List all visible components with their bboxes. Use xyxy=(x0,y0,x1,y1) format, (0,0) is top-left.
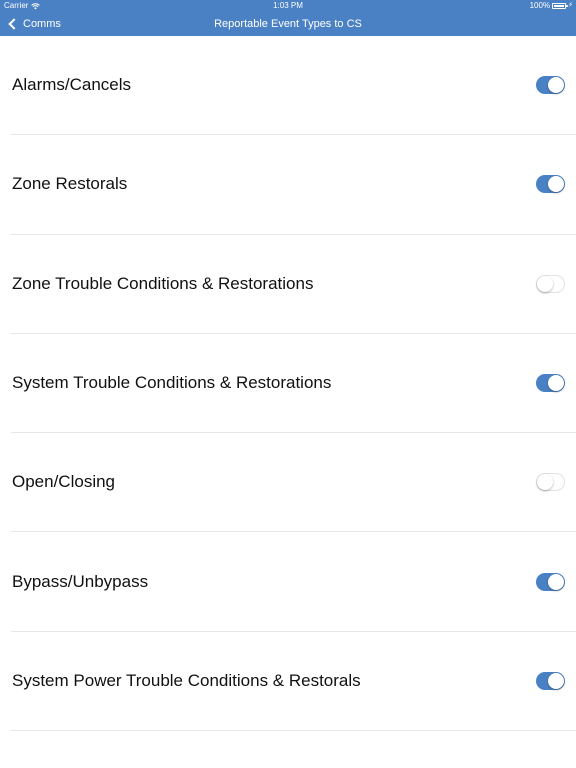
toggle-switch[interactable] xyxy=(536,374,565,393)
toggle-knob xyxy=(548,672,564,689)
toggle-switch[interactable] xyxy=(536,274,565,293)
status-time: 1:03 PM xyxy=(273,1,303,10)
setting-label: System Trouble Conditions & Restorations xyxy=(12,373,332,393)
settings-row: System Trouble Conditions & Restorations xyxy=(11,334,576,434)
settings-row: Bypass/Unbypass xyxy=(11,532,576,632)
status-bar: Carrier 1:03 PM 100% ⚡︎ xyxy=(0,0,576,12)
toggle-knob xyxy=(537,474,553,491)
toggle-knob xyxy=(548,573,564,590)
battery-icon xyxy=(552,3,569,9)
charging-icon: ⚡︎ xyxy=(568,2,573,9)
settings-list: Alarms/Cancels Zone Restorals Zone Trouble… xyxy=(0,36,576,732)
navigation-bar: Comms Reportable Event Types to CS xyxy=(0,12,576,36)
toggle-switch[interactable] xyxy=(536,76,565,95)
battery-info: 100% ⚡︎ xyxy=(530,0,573,12)
toggle-switch[interactable] xyxy=(536,473,565,492)
toggle-knob xyxy=(548,375,564,392)
setting-label: Zone Restorals xyxy=(12,174,128,194)
toggle-knob xyxy=(548,77,564,94)
battery-percent: 100% xyxy=(529,1,551,10)
setting-label: Bypass/Unbypass xyxy=(12,571,149,591)
setting-label: Open/Closing xyxy=(12,472,116,492)
settings-row: Alarms/Cancels xyxy=(11,36,576,136)
toggle-switch[interactable] xyxy=(536,671,565,690)
setting-label: Zone Trouble Conditions & Restorations xyxy=(12,273,314,293)
header: Carrier 1:03 PM 100% ⚡︎ Comms Reportable… xyxy=(0,0,576,36)
settings-row: Open/Closing xyxy=(11,433,576,533)
toggle-knob xyxy=(537,275,553,292)
setting-label: Alarms/Cancels xyxy=(12,75,132,95)
settings-row: Zone Restorals xyxy=(11,135,576,235)
setting-label: System Power Trouble Conditions & Restor… xyxy=(12,670,361,690)
toggle-knob xyxy=(548,176,564,193)
settings-row: System Power Trouble Conditions & Restor… xyxy=(11,632,576,732)
toggle-switch[interactable] xyxy=(536,572,565,591)
settings-row: Zone Trouble Conditions & Restorations xyxy=(11,235,576,334)
toggle-switch[interactable] xyxy=(536,175,565,194)
page-title: Reportable Event Types to CS xyxy=(214,18,362,30)
